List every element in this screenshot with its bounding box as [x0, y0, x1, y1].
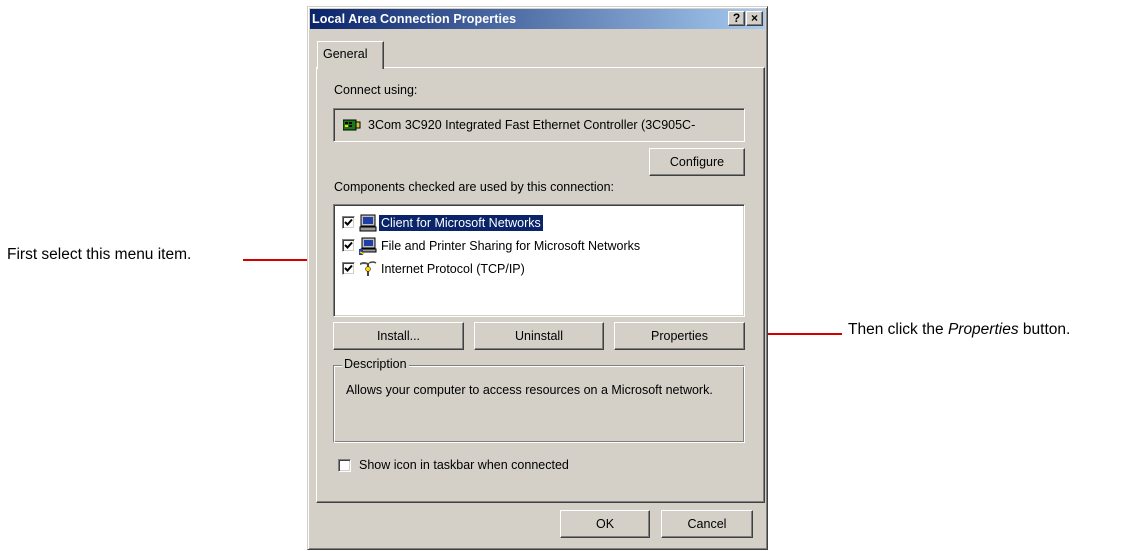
network-client-icon [359, 214, 377, 231]
close-button[interactable]: × [746, 11, 763, 26]
dialog-title: Local Area Connection Properties [312, 12, 517, 26]
cancel-button[interactable]: Cancel [661, 510, 753, 538]
network-protocol-icon [360, 260, 377, 276]
connect-using-label: Connect using: [334, 83, 418, 97]
description-text: Allows your computer to access resources… [346, 383, 713, 397]
description-legend: Description [342, 357, 409, 371]
help-icon: ? [732, 11, 741, 25]
properties-button[interactable]: Properties [614, 322, 745, 350]
component-label: Internet Protocol (TCP/IP) [381, 261, 525, 276]
checkmark-icon [344, 241, 353, 249]
component-checkbox[interactable] [342, 262, 355, 275]
file-printer-sharing-icon [359, 237, 377, 255]
component-label: File and Printer Sharing for Microsoft N… [381, 238, 641, 253]
close-icon: × [750, 11, 758, 25]
network-adapter-icon [343, 119, 361, 131]
local-area-connection-properties-dialog: Local Area Connection Properties ? × Gen… [307, 6, 768, 550]
uninstall-button[interactable]: Uninstall [474, 322, 604, 350]
list-item[interactable]: Internet Protocol (TCP/IP) [342, 257, 744, 280]
checkmark-icon [344, 264, 353, 272]
install-button[interactable]: Install... [333, 322, 464, 350]
title-bar[interactable]: Local Area Connection Properties ? × [310, 9, 765, 29]
component-checkbox[interactable] [342, 239, 355, 252]
components-label: Components checked are used by this conn… [334, 180, 615, 194]
adapter-name: 3Com 3C920 Integrated Fast Ethernet Cont… [368, 118, 696, 132]
tab-general[interactable]: General [317, 41, 384, 69]
help-button[interactable]: ? [728, 11, 745, 26]
show-icon-option[interactable]: Show icon in taskbar when connected [338, 458, 569, 472]
description-groupbox: Description Allows your computer to acce… [333, 357, 745, 443]
show-icon-checkbox[interactable] [338, 458, 351, 472]
list-item[interactable]: Client for Microsoft Networks [342, 211, 744, 234]
annotation-click-properties: Then click the Properties button. [848, 321, 1071, 338]
show-icon-label: Show icon in taskbar when connected [359, 458, 569, 472]
checkmark-icon [344, 218, 353, 226]
list-item[interactable]: File and Printer Sharing for Microsoft N… [342, 234, 744, 257]
component-label: Client for Microsoft Networks [379, 214, 543, 231]
component-checkbox[interactable] [342, 216, 355, 229]
configure-button[interactable]: Configure [649, 148, 745, 176]
components-list[interactable]: Client for Microsoft Networks File and P… [333, 204, 745, 317]
adapter-display: 3Com 3C920 Integrated Fast Ethernet Cont… [333, 108, 745, 142]
ok-button[interactable]: OK [560, 510, 650, 538]
annotation-select-item: First select this menu item. [7, 246, 192, 263]
